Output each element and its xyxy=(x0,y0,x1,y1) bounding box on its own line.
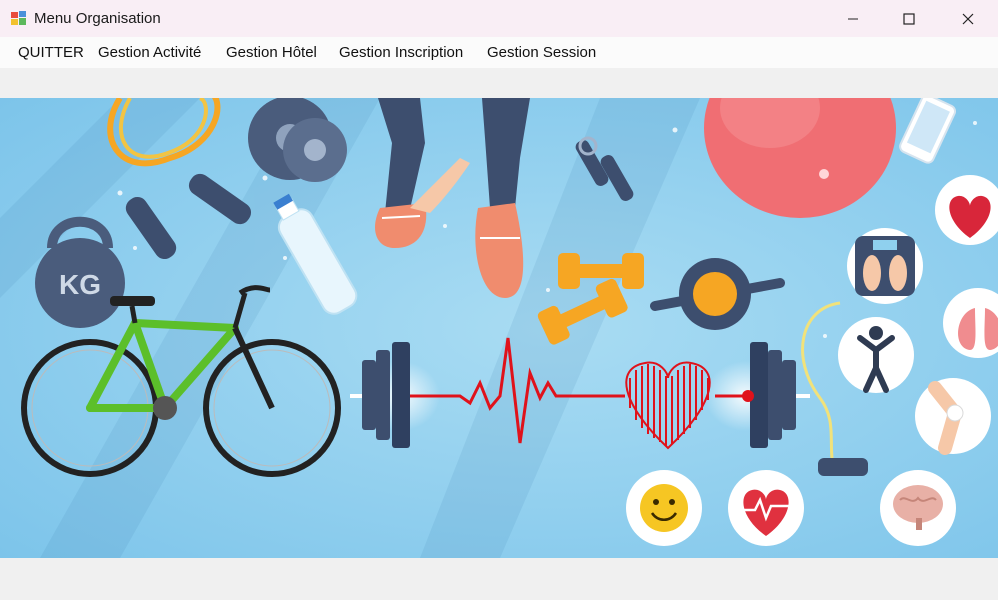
menu-item-gestion-activite[interactable]: Gestion Activité xyxy=(98,44,201,61)
svg-text:KG: KG xyxy=(59,269,101,300)
window-title: Menu Organisation xyxy=(34,10,161,27)
title-bar: Menu Organisation xyxy=(0,0,998,37)
menu-item-gestion-session[interactable]: Gestion Session xyxy=(487,44,596,61)
heart-rate-icon xyxy=(728,470,804,546)
knee-joint-icon xyxy=(915,378,991,455)
menu-item-quitter[interactable]: QUITTER xyxy=(18,44,84,61)
menu-bar: QUITTER Gestion Activité Gestion Hôtel G… xyxy=(0,37,998,68)
menu-item-gestion-hotel[interactable]: Gestion Hôtel xyxy=(226,44,317,61)
close-icon xyxy=(962,13,974,24)
minimize-icon xyxy=(848,18,858,19)
fitness-illustration: KG xyxy=(0,98,998,558)
body-stretch-icon xyxy=(838,317,914,393)
minimize-button[interactable] xyxy=(830,0,876,37)
smiley-icon xyxy=(626,470,702,546)
maximize-button[interactable] xyxy=(886,0,932,37)
fitness-banner-image: KG xyxy=(0,98,998,558)
maximize-icon xyxy=(903,12,915,25)
scale-feet-icon xyxy=(847,228,923,304)
close-button[interactable] xyxy=(945,0,991,37)
app-icon xyxy=(11,11,26,25)
menu-item-gestion-inscription[interactable]: Gestion Inscription xyxy=(339,44,463,61)
brain-icon xyxy=(880,470,956,546)
